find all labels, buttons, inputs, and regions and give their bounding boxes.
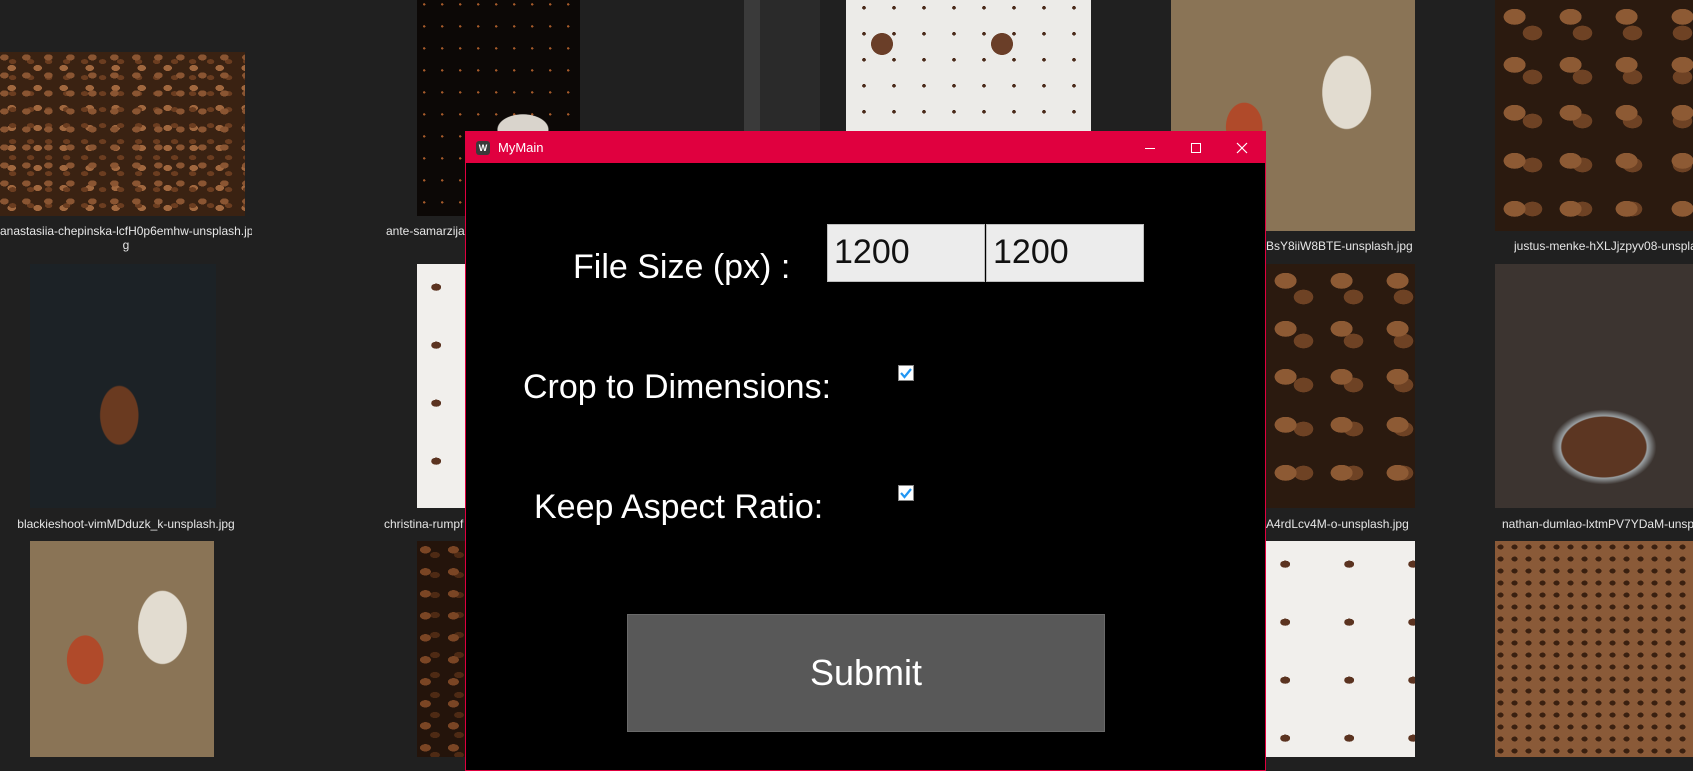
checkmark-icon: [900, 368, 912, 379]
thumbnail-label[interactable]: justus-menke-hXLJjzpyv08-unspla: [1514, 239, 1693, 253]
aspect-ratio-checkbox[interactable]: [898, 485, 914, 501]
pane-divider: [744, 0, 760, 135]
thumbnail-label-line: g: [122, 238, 130, 252]
thumbnail-label[interactable]: BsY8iiW8BTE-unsplash.jpg: [1266, 239, 1416, 253]
file-size-label: File Size (px) :: [573, 248, 791, 286]
thumbnail-label[interactable]: ante-samarzija: [386, 224, 466, 238]
thumbnail-image[interactable]: [30, 541, 214, 757]
thumbnail-image[interactable]: [1266, 541, 1415, 757]
thumbnail-image[interactable]: [846, 0, 1091, 135]
maximize-button[interactable]: [1173, 132, 1219, 163]
thumbnail-label[interactable]: christina-rumpf: [384, 517, 466, 531]
width-input[interactable]: 1200: [827, 224, 985, 282]
crop-checkbox[interactable]: [898, 365, 914, 381]
thumbnail-image[interactable]: [0, 52, 245, 216]
thumbnail-label-line: anastasiia-chepinska-lcfH0p6emhw-unsplas…: [0, 224, 252, 238]
pane-divider: [760, 0, 820, 135]
minimize-icon: [1145, 147, 1155, 149]
submit-button[interactable]: Submit: [627, 614, 1105, 732]
thumbnail-image[interactable]: [30, 264, 216, 508]
thumbnail-image[interactable]: [1495, 541, 1693, 757]
close-icon: [1236, 142, 1248, 153]
mymain-window: W MyMain File Size (px) : 1200 1200 Crop…: [465, 131, 1266, 771]
thumbnail-label[interactable]: A4rdLcv4M-o-unsplash.jpg: [1266, 517, 1416, 531]
checkmark-icon: [900, 488, 912, 499]
thumbnail-image[interactable]: [1266, 264, 1415, 508]
close-button[interactable]: [1219, 132, 1265, 163]
app-icon: W: [476, 140, 490, 155]
thumbnail-image[interactable]: [1495, 0, 1693, 231]
window-title: MyMain: [498, 140, 544, 155]
maximize-icon: [1191, 142, 1201, 153]
thumbnail-label[interactable]: blackieshoot-vimMDduzk_k-unsplash.jpg: [0, 517, 252, 531]
thumbnail-image[interactable]: [1495, 264, 1693, 508]
thumbnail-label[interactable]: nathan-dumlao-lxtmPV7YDaM-unsp: [1502, 517, 1693, 531]
window-titlebar[interactable]: W MyMain: [466, 132, 1265, 163]
crop-label: Crop to Dimensions:: [523, 368, 832, 406]
aspect-ratio-label: Keep Aspect Ratio:: [534, 488, 824, 526]
thumbnail-label[interactable]: anastasiia-chepinska-lcfH0p6emhw-unsplas…: [0, 224, 252, 252]
height-input[interactable]: 1200: [986, 224, 1144, 282]
minimize-button[interactable]: [1127, 132, 1173, 163]
